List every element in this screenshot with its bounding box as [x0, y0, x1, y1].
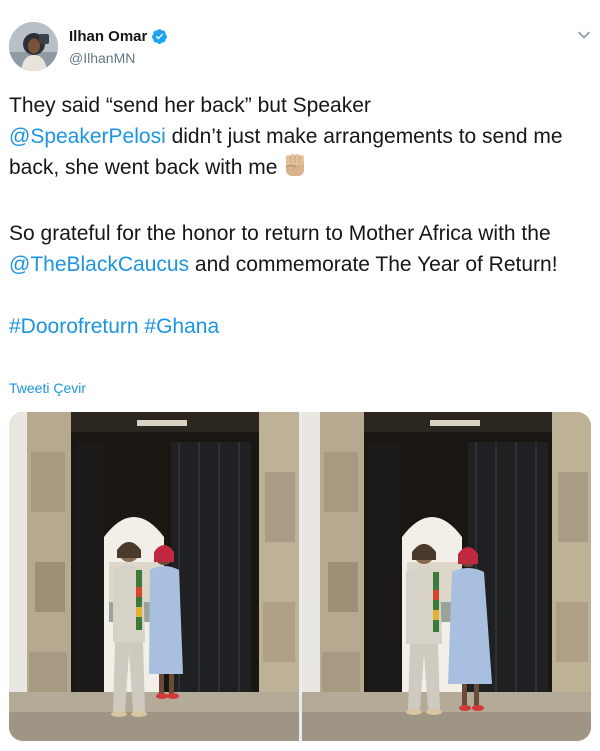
tweet-hashtags: #Doorofreturn #Ghana — [9, 311, 594, 342]
hashtag-ghana[interactable]: #Ghana — [144, 315, 219, 338]
sign-plaque — [137, 420, 187, 426]
tweet-photo-2[interactable] — [301, 412, 591, 741]
raised-fist-icon — [283, 152, 307, 187]
avatar[interactable] — [9, 22, 58, 71]
translate-tweet-link[interactable]: Tweeti Çevir — [9, 380, 86, 396]
tweet-card: Ilhan Omar @IlhanMN They said “send her … — [0, 0, 600, 751]
verified-badge-icon — [151, 28, 168, 45]
author-row: Ilhan Omar — [69, 28, 168, 45]
tweet-paragraph-1: They said “send her back” but Speaker @S… — [9, 90, 594, 187]
mention-link-speakerpelosi[interactable]: @SpeakerPelosi — [9, 125, 166, 148]
tweet-text-segment: So grateful for the honor to return to M… — [9, 222, 551, 245]
author-name[interactable]: Ilhan Omar — [69, 28, 147, 45]
sign-plaque — [429, 420, 480, 426]
hashtag-doorofreturn[interactable]: #Doorofreturn — [9, 315, 139, 338]
tweet-photo-1[interactable] — [9, 412, 299, 741]
mention-link-theblackcaucus[interactable]: @TheBlackCaucus — [9, 253, 189, 276]
author-handle[interactable]: @IlhanMN — [69, 50, 135, 66]
tweet-text-segment: They said “send her back” but Speaker — [9, 94, 371, 117]
tweet-paragraph-2: So grateful for the honor to return to M… — [9, 218, 594, 280]
chevron-down-icon[interactable] — [577, 28, 591, 42]
media-grid — [9, 412, 591, 741]
tweet-text-segment: and commemorate The Year of Return! — [189, 253, 558, 276]
tweet-text: They said “send her back” but Speaker @S… — [9, 90, 594, 342]
